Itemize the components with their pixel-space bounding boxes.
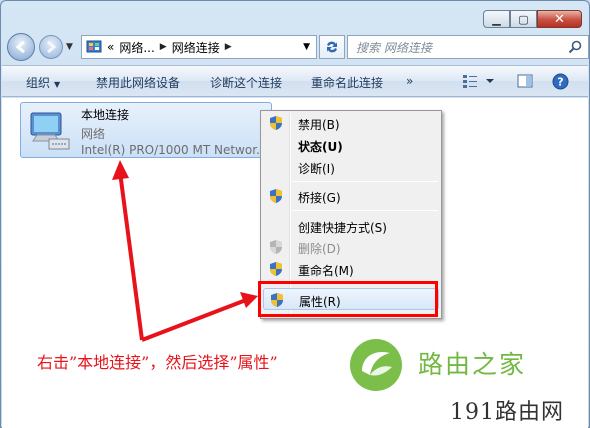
menu-label: 桥接(G) <box>298 191 341 205</box>
breadcrumb-separator-icon[interactable]: ▶ <box>160 42 167 52</box>
minimize-button[interactable]: ▁ <box>483 10 510 28</box>
refresh-button[interactable] <box>319 35 345 59</box>
menu-item-rename[interactable]: 重命名(M) <box>263 258 439 280</box>
watermark-site: 191路由网 <box>450 400 564 425</box>
uac-shield-icon <box>270 240 282 254</box>
uac-shield-icon <box>270 262 282 276</box>
menu-item-create-shortcut[interactable]: 创建快捷方式(S) <box>263 215 439 237</box>
menu-separator <box>292 210 438 211</box>
rename-connection-button[interactable]: 重命名此连接 <box>311 74 383 91</box>
menu-item-diagnose[interactable]: 诊断(I) <box>263 156 439 178</box>
watermark-logo-icon <box>350 339 402 391</box>
help-icon: ? <box>552 73 569 90</box>
disable-device-button[interactable]: 禁用此网络设备 <box>96 74 180 91</box>
command-toolbar: 组织 ▼ 禁用此网络设备 诊断这个连接 重命名此连接 » ? <box>2 65 588 97</box>
navigation-bar: ▼ « 网络... ▶ 网络连接 ▶ ▼ 搜索 网络连接 <box>7 33 589 61</box>
more-commands-button[interactable]: » <box>406 74 413 88</box>
menu-item-status[interactable]: 状态(U) <box>263 134 439 156</box>
menu-item-delete: 删除(D) <box>263 236 439 258</box>
menu-item-bridge[interactable]: 桥接(G) <box>263 185 439 207</box>
breadcrumb-separator-icon[interactable]: ▶ <box>225 42 232 52</box>
address-dropdown-icon[interactable]: ▼ <box>303 42 310 52</box>
help-button[interactable]: ? <box>552 73 569 93</box>
recent-pages-dropdown[interactable]: ▼ <box>66 42 73 52</box>
local-connection-item[interactable]: 本地连接 网络 Intel(R) PRO/1000 MT Networ... <box>20 102 272 158</box>
connection-device: Intel(R) PRO/1000 MT Networ... <box>81 143 268 157</box>
preview-pane-icon <box>517 74 533 88</box>
forward-button[interactable] <box>39 35 63 59</box>
menu-item-disable[interactable]: 禁用(B) <box>263 112 439 134</box>
organize-menu[interactable]: 组织 ▼ <box>26 74 60 91</box>
menu-label: 重命名(M) <box>298 264 354 278</box>
breadcrumb-overflow[interactable]: « <box>107 40 114 54</box>
instruction-annotation: 右击”本地连接”，然后选择”属性” <box>37 353 278 372</box>
menu-label: 创建快捷方式(S) <box>298 221 387 235</box>
breadcrumb-item-connections[interactable]: 网络连接 <box>172 39 220 56</box>
svg-text:?: ? <box>557 76 563 89</box>
menu-label: 禁用(B) <box>298 118 340 132</box>
connection-name: 本地连接 <box>81 108 130 122</box>
search-input[interactable]: 搜索 网络连接 <box>347 35 589 59</box>
chevron-down-icon: ▼ <box>54 80 61 89</box>
back-button[interactable] <box>7 33 35 61</box>
preview-pane-button[interactable] <box>517 73 533 92</box>
address-bar[interactable]: « 网络... ▶ 网络连接 ▶ ▼ <box>81 35 317 59</box>
connection-status: 网络 <box>81 127 106 141</box>
change-view-button[interactable] <box>462 73 496 92</box>
search-placeholder: 搜索 网络连接 <box>356 40 432 55</box>
search-icon[interactable] <box>568 40 582 57</box>
uac-shield-icon <box>270 189 282 203</box>
breadcrumb-item-network[interactable]: 网络... <box>119 39 154 56</box>
menu-label: 删除(D) <box>298 242 341 256</box>
uac-shield-icon <box>270 116 282 130</box>
close-button[interactable]: ✕ <box>537 10 582 28</box>
organize-label: 组织 <box>26 76 51 90</box>
close-icon: ✕ <box>554 11 565 27</box>
menu-label: 诊断(I) <box>298 162 335 176</box>
back-arrow-icon <box>15 40 25 54</box>
menu-separator <box>292 181 438 182</box>
watermark-title: 路由之家 <box>418 350 527 379</box>
diagnose-connection-button[interactable]: 诊断这个连接 <box>210 74 282 91</box>
properties-highlight-box <box>258 281 438 317</box>
forward-arrow-icon <box>47 40 57 54</box>
network-adapter-icon <box>30 112 70 150</box>
maximize-icon: ▢ <box>518 12 529 26</box>
caption-buttons: ▁ ▢ ✕ <box>483 10 582 28</box>
control-panel-icon <box>86 40 102 53</box>
maximize-button[interactable]: ▢ <box>510 10 537 28</box>
view-options-icon <box>463 75 494 88</box>
minimize-icon: ▁ <box>492 12 501 26</box>
refresh-icon <box>327 41 337 53</box>
menu-label: 状态(U) <box>298 140 343 154</box>
